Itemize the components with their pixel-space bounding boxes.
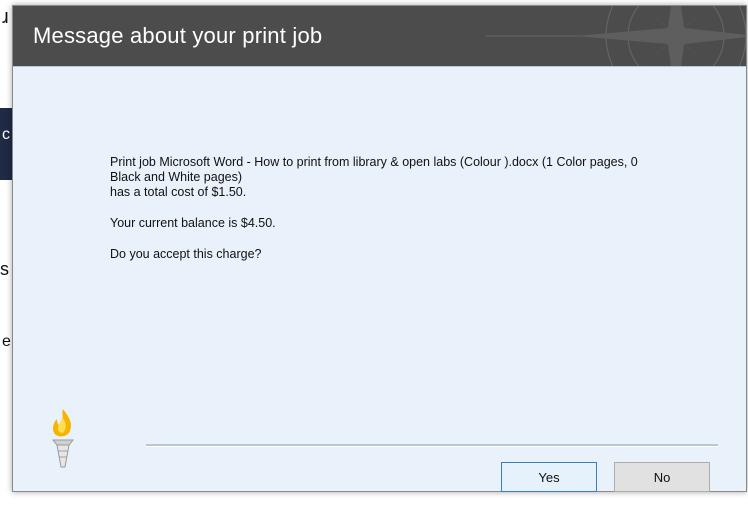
- torch-flame-icon: [51, 409, 75, 468]
- message-job-line: Print job Microsoft Word - How to print …: [110, 155, 638, 184]
- dialog-title: Message about your print job: [33, 23, 323, 48]
- message-text: Print job Microsoft Word - How to print …: [110, 155, 670, 278]
- print-job-dialog: Message about your print job Print job M…: [12, 5, 747, 492]
- background-text-fragment: ɹ: [2, 6, 9, 28]
- background-text-fragment: e: [2, 333, 11, 350]
- background-text-fragment: c: [2, 126, 10, 143]
- button-separator: [146, 444, 718, 447]
- background-dark-panel: [0, 108, 12, 180]
- message-balance: Your current balance is $4.50.: [110, 216, 276, 230]
- dialog-body: Print job Microsoft Word - How to print …: [13, 66, 746, 492]
- message-question: Do you accept this charge?: [110, 247, 262, 261]
- dialog-titlebar: Message about your print job: [13, 6, 746, 66]
- compass-rose-icon: [486, 6, 746, 66]
- message-cost-line: has a total cost of $1.50.: [110, 185, 247, 199]
- background-text-fragment: s: [0, 259, 9, 279]
- yes-button[interactable]: Yes: [501, 462, 597, 492]
- no-button[interactable]: No: [614, 462, 710, 492]
